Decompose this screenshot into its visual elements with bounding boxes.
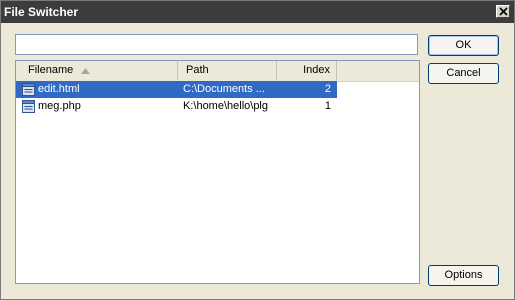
title-bar[interactable]: File Switcher (1, 1, 514, 23)
index-cell: 2 (324, 83, 331, 95)
index-cell: 1 (324, 100, 331, 112)
column-header-filename[interactable]: Filename (16, 61, 178, 80)
close-button[interactable] (496, 5, 510, 18)
column-header-path[interactable]: Path (178, 61, 277, 80)
filename-cell: edit.html (38, 83, 80, 95)
path-cell: K:\home\hello\plg (183, 100, 268, 112)
options-button[interactable]: Options (428, 265, 499, 286)
ok-button[interactable]: OK (428, 35, 499, 56)
sort-ascending-icon (81, 68, 90, 74)
list-item[interactable]: edit.html C:\Documents ... 2 (16, 81, 337, 98)
cancel-button[interactable]: Cancel (428, 63, 499, 84)
column-header-index[interactable]: Index (277, 61, 337, 80)
column-header-filename-label: Filename (28, 64, 74, 76)
column-header-path-label: Path (186, 64, 209, 76)
window-title: File Switcher (4, 5, 79, 19)
search-input[interactable] (15, 34, 418, 55)
path-cell: C:\Documents ... (183, 83, 265, 95)
file-list[interactable]: Filename Path Index edit.html C:\Documen… (15, 60, 420, 284)
file-icon (22, 100, 35, 113)
file-icon (22, 83, 35, 96)
list-header: Filename Path Index (16, 61, 419, 82)
column-header-index-label: Index (303, 64, 330, 76)
close-icon (499, 7, 508, 16)
file-switcher-dialog: File Switcher Filename Path Index edit.h… (0, 0, 515, 300)
filename-cell: meg.php (38, 100, 81, 112)
list-item[interactable]: meg.php K:\home\hello\plg 1 (16, 98, 337, 115)
